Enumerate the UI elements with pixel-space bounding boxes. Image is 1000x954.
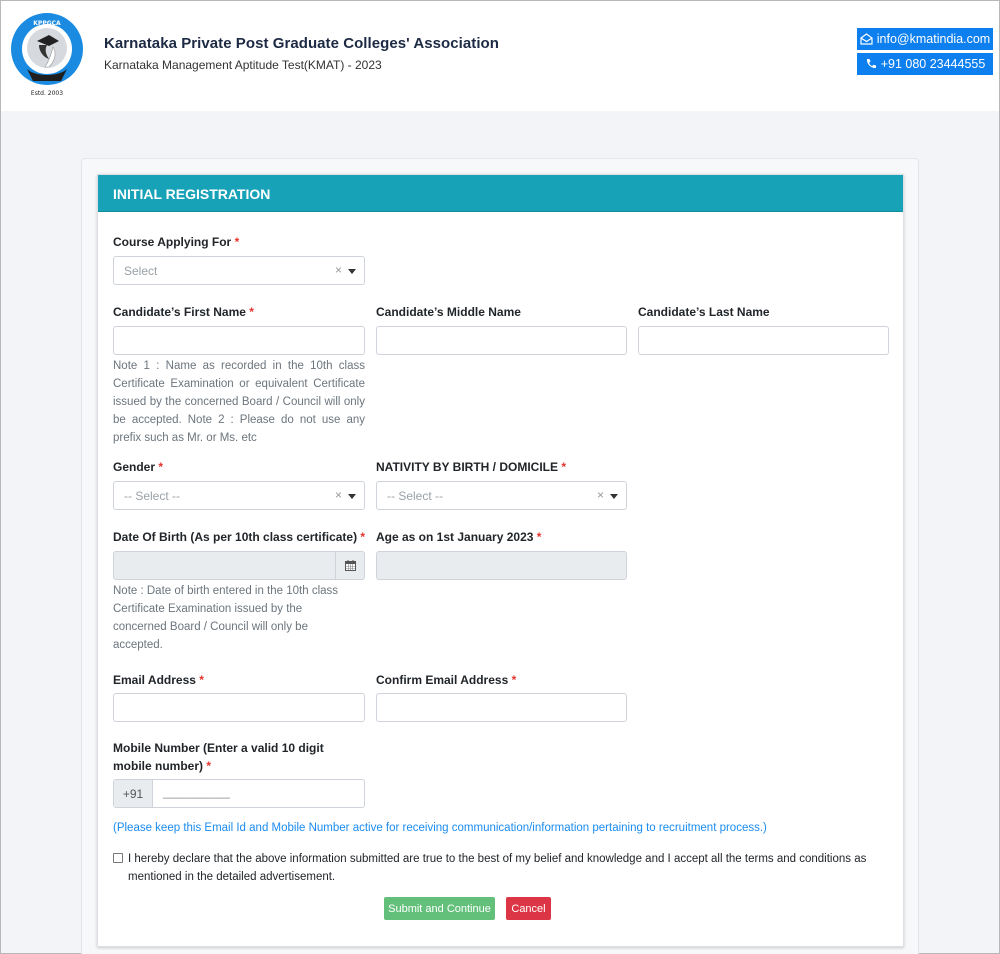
middle-name-input[interactable] <box>376 326 627 355</box>
course-select[interactable]: Select × <box>113 256 365 285</box>
registration-form-card: INITIAL REGISTRATION Course Applying For… <box>97 174 904 947</box>
email-contact-link[interactable]: info@kmatindia.com <box>857 28 993 50</box>
cancel-button[interactable]: Cancel <box>506 897 551 920</box>
form-title: INITIAL REGISTRATION <box>98 175 903 212</box>
svg-text:KPPGCA: KPPGCA <box>33 20 61 27</box>
age-input <box>376 551 627 580</box>
confirm-email-label: Confirm Email Address * <box>376 673 517 687</box>
country-code-prefix: +91 <box>114 780 153 807</box>
name-note: Note 1 : Name as recorded in the 10th cl… <box>113 360 365 444</box>
calendar-icon <box>344 560 356 571</box>
email-input[interactable] <box>113 693 365 722</box>
phone-contact-link[interactable]: +91 080 23444555 <box>857 53 993 75</box>
chevron-down-icon[interactable] <box>348 269 356 274</box>
nativity-label: NATIVITY BY BIRTH / DOMICILE * <box>376 460 567 474</box>
dob-note: Note : Date of birth entered in the 10th… <box>113 585 339 651</box>
chevron-down-icon[interactable] <box>348 494 356 499</box>
calendar-button[interactable] <box>335 552 364 579</box>
chevron-down-icon[interactable] <box>610 494 618 499</box>
submit-and-continue-button[interactable]: Submit and Continue <box>384 897 495 920</box>
declaration-checkbox[interactable] <box>113 853 123 863</box>
confirm-email-input[interactable] <box>376 693 627 722</box>
clear-icon[interactable]: × <box>597 488 604 502</box>
exam-subtitle: Karnataka Management Aptitude Test(KMAT)… <box>104 58 382 72</box>
contact-info: info@kmatindia.com +91 080 23444555 <box>857 28 993 78</box>
dob-label: Date Of Birth (As per 10th class certifi… <box>113 530 366 544</box>
clear-icon[interactable]: × <box>335 488 342 502</box>
course-label: Course Applying For * <box>113 235 240 249</box>
mobile-label: Mobile Number (Enter a valid 10 digit mo… <box>113 741 324 773</box>
contact-info-note: (Please keep this Email Id and Mobile Nu… <box>113 822 767 834</box>
mobile-input-mask: __________ <box>163 785 230 799</box>
middle-name-label: Candidate’s Middle Name <box>376 305 521 319</box>
nativity-select[interactable]: -- Select -- × <box>376 481 627 510</box>
envelope-open-icon <box>860 33 873 45</box>
age-label: Age as on 1st January 2023 * <box>376 530 542 544</box>
declaration: I hereby declare that the above informat… <box>113 850 893 886</box>
site-header: KPPGCA Estd. 2003 Karnataka Private Post… <box>1 1 999 111</box>
first-name-label: Candidate’s First Name * <box>113 305 254 319</box>
email-label: Email Address * <box>113 673 204 687</box>
last-name-input[interactable] <box>638 326 889 355</box>
organization-title: Karnataka Private Post Graduate Colleges… <box>104 35 499 52</box>
mobile-input[interactable]: +91 __________ <box>113 779 365 808</box>
gender-label: Gender * <box>113 460 164 474</box>
association-logo: KPPGCA Estd. 2003 <box>11 13 83 97</box>
phone-icon <box>865 58 877 70</box>
clear-icon[interactable]: × <box>335 263 342 277</box>
gender-select[interactable]: -- Select -- × <box>113 481 365 510</box>
dob-input[interactable] <box>113 551 365 580</box>
svg-text:Estd. 2003: Estd. 2003 <box>31 90 63 97</box>
last-name-label: Candidate’s Last Name <box>638 305 770 319</box>
first-name-input[interactable] <box>113 326 365 355</box>
